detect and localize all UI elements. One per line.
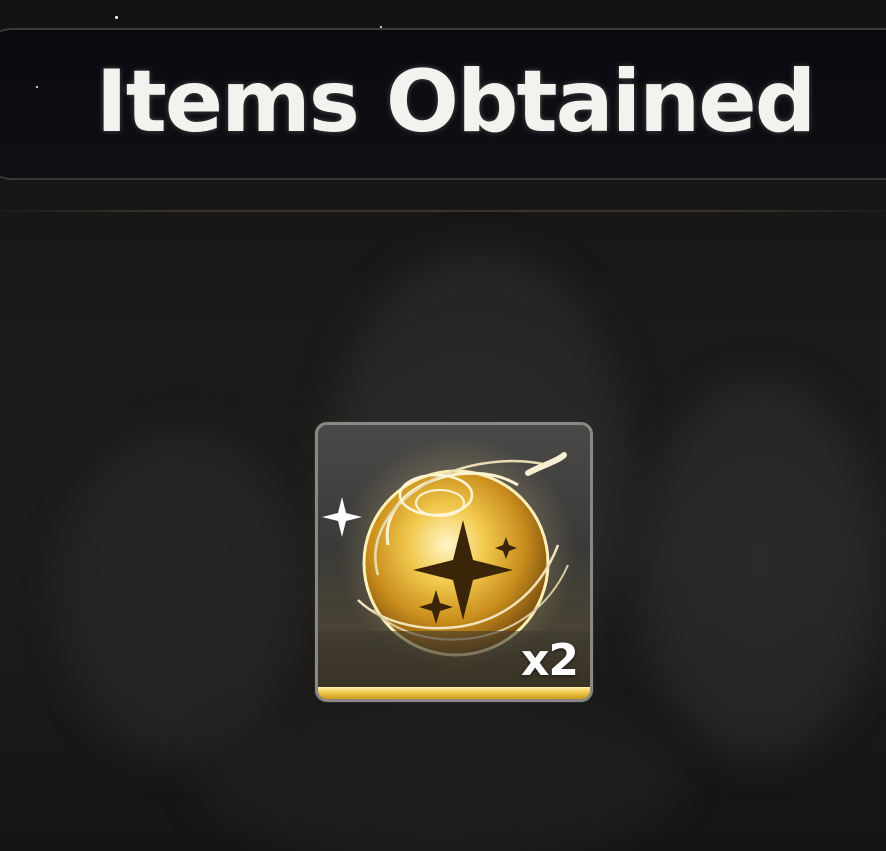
item-quantity: x2: [521, 635, 579, 686]
items-obtained-screen: Items Obtained x2: [0, 0, 886, 851]
background-figure: [200, 700, 680, 851]
background-figure: [640, 380, 880, 760]
sparkle-dot: [380, 26, 382, 28]
sparkle-dot: [115, 16, 118, 19]
background-figure: [60, 430, 310, 760]
header-divider: [0, 210, 886, 212]
item-slot[interactable]: x2: [315, 422, 593, 702]
page-title: Items Obtained: [95, 52, 817, 152]
rarity-bar: [318, 687, 590, 699]
